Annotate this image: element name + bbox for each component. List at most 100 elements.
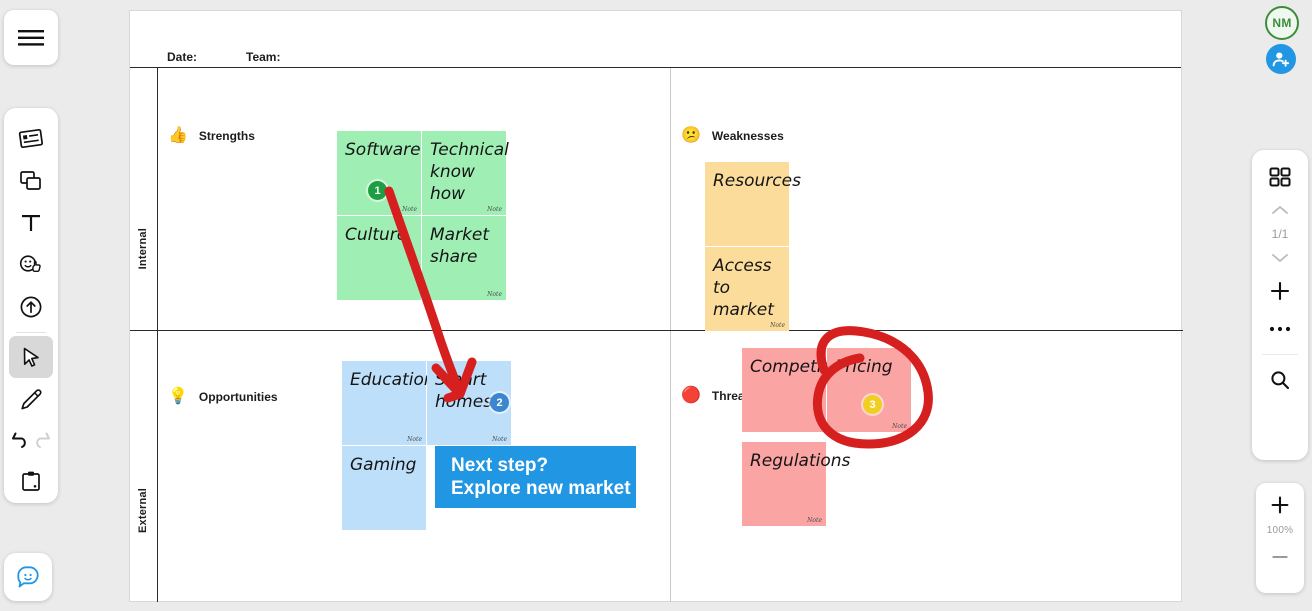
clipboard-tool[interactable] [9, 460, 53, 502]
sticky-note[interactable]: Gaming [342, 446, 426, 530]
chevron-down-icon [1272, 254, 1288, 262]
quadrant-title-strengths: Strengths [198, 129, 255, 143]
cards-tool[interactable] [9, 160, 53, 202]
note-text: Pricing [835, 357, 893, 377]
sticky-note[interactable]: Software 1 Note [337, 131, 421, 215]
next-step-callout[interactable]: Next step? Explore new market [435, 446, 636, 508]
sticker-icon [19, 255, 41, 272]
grid-view-button[interactable] [1256, 158, 1304, 196]
more-options-button[interactable] [1256, 310, 1304, 348]
redo-icon [36, 432, 50, 448]
sticky-note[interactable]: Access to market Note [705, 247, 789, 331]
next-frame-button[interactable] [1256, 244, 1304, 272]
sticky-note[interactable]: Resources [705, 162, 801, 246]
note-text: Resources [713, 171, 801, 191]
text-tool[interactable] [9, 202, 53, 244]
plus-icon [1270, 281, 1290, 301]
callout-line-1: Next step? [451, 455, 549, 476]
sticky-note[interactable]: Pricing 3 Note [827, 348, 911, 432]
sticky-note[interactable]: Technical know how Note [422, 131, 509, 215]
frames-tool[interactable] [9, 118, 53, 160]
thumbs-up-icon: 👍 [168, 127, 188, 144]
frames-icon [18, 128, 44, 149]
axis-label-external: External [137, 488, 149, 534]
vertical-divider [670, 68, 671, 602]
note-tag: Note [487, 291, 502, 298]
sticky-note[interactable]: Competition [742, 348, 854, 432]
right-panel-divider [1262, 354, 1298, 355]
confused-face-icon: 😕 [681, 127, 701, 144]
note-badge[interactable]: 3 [863, 395, 882, 414]
date-label: Date: [167, 50, 198, 64]
toolbar-divider [16, 332, 46, 333]
zoom-out-button[interactable] [1258, 541, 1302, 573]
note-tag: Note [402, 206, 417, 213]
quadrant-header-weaknesses: 😕 Weaknesses [681, 128, 784, 144]
undo-icon [12, 432, 26, 448]
right-panel: 1/1 [1252, 150, 1308, 460]
team-label: Team: [246, 50, 281, 64]
quadrant-header-opportunities: 💡 Opportunities [168, 389, 278, 405]
whiteboard-app: NM 1/1 100% Date: Team: Internal Externa… [0, 0, 1312, 611]
note-tag: Note [487, 206, 502, 213]
upload-tool[interactable] [9, 286, 53, 328]
quadrant-title-weaknesses: Weaknesses [711, 129, 784, 143]
left-toolbar [4, 108, 58, 503]
note-text: Education [350, 370, 435, 390]
select-tool[interactable] [9, 336, 53, 378]
menu-button[interactable] [4, 10, 58, 65]
note-text: Culture [345, 225, 408, 245]
add-user-icon [1272, 52, 1290, 67]
add-user-button[interactable] [1266, 44, 1296, 74]
quadrant-header-strengths: 👍 Strengths [168, 128, 255, 144]
note-tag: Note [892, 423, 907, 430]
note-text: Regulations [750, 451, 851, 471]
chevron-up-icon [1272, 206, 1288, 214]
search-button[interactable] [1256, 361, 1304, 399]
avatar[interactable]: NM [1265, 6, 1299, 40]
page-indicator: 1/1 [1271, 227, 1289, 241]
note-tag: Note [770, 322, 785, 329]
prev-frame-button[interactable] [1256, 196, 1304, 224]
zoom-in-icon [1271, 496, 1289, 514]
axis-divider [157, 68, 158, 602]
zoom-out-icon [1272, 555, 1288, 559]
note-text: Technical know how [430, 140, 509, 204]
zoom-level: 100% [1266, 525, 1294, 536]
hamburger-icon [18, 29, 44, 46]
sticky-note[interactable]: Smart homes 2 Note [427, 361, 511, 445]
board-header: Date: Team: [130, 11, 1181, 68]
zoom-panel: 100% [1256, 483, 1304, 593]
lightbulb-icon: 💡 [168, 388, 188, 405]
undo-redo-group [7, 420, 55, 460]
annotation-layer [384, 186, 933, 449]
note-badge[interactable]: 2 [490, 393, 509, 412]
redo-button[interactable] [32, 420, 55, 460]
sticky-note[interactable]: Culture [337, 216, 421, 300]
note-badge[interactable]: 1 [368, 181, 387, 200]
zoom-in-button[interactable] [1258, 489, 1302, 521]
note-text: Gaming [350, 455, 417, 475]
sticky-note[interactable]: Market share Note [422, 216, 506, 300]
swot-grid: Internal External 👍 Strengths 😕 Weakness… [130, 68, 1183, 602]
cards-icon [20, 171, 41, 190]
note-text: Market share [430, 225, 490, 267]
sticky-note[interactable]: Education Note [342, 361, 435, 445]
alert-icon: 🔴 [681, 387, 701, 404]
select-icon [23, 347, 39, 367]
sticker-tool[interactable] [9, 244, 53, 286]
grid-view-icon [1269, 167, 1291, 187]
sticky-note[interactable]: Regulations Note [742, 442, 851, 526]
add-frame-button[interactable] [1256, 272, 1304, 310]
pen-tool[interactable] [9, 378, 53, 420]
avatar-initials: NM [1272, 16, 1292, 30]
feedback-button[interactable] [4, 553, 52, 601]
callout-line-2: Explore new market [451, 478, 631, 499]
quadrant-title-opportunities: Opportunities [198, 390, 278, 404]
undo-button[interactable] [8, 420, 31, 460]
note-tag: Note [807, 517, 822, 524]
clipboard-icon [22, 471, 40, 491]
horizontal-divider [130, 330, 1183, 331]
note-text: Software [345, 140, 421, 160]
pen-icon [21, 389, 42, 410]
